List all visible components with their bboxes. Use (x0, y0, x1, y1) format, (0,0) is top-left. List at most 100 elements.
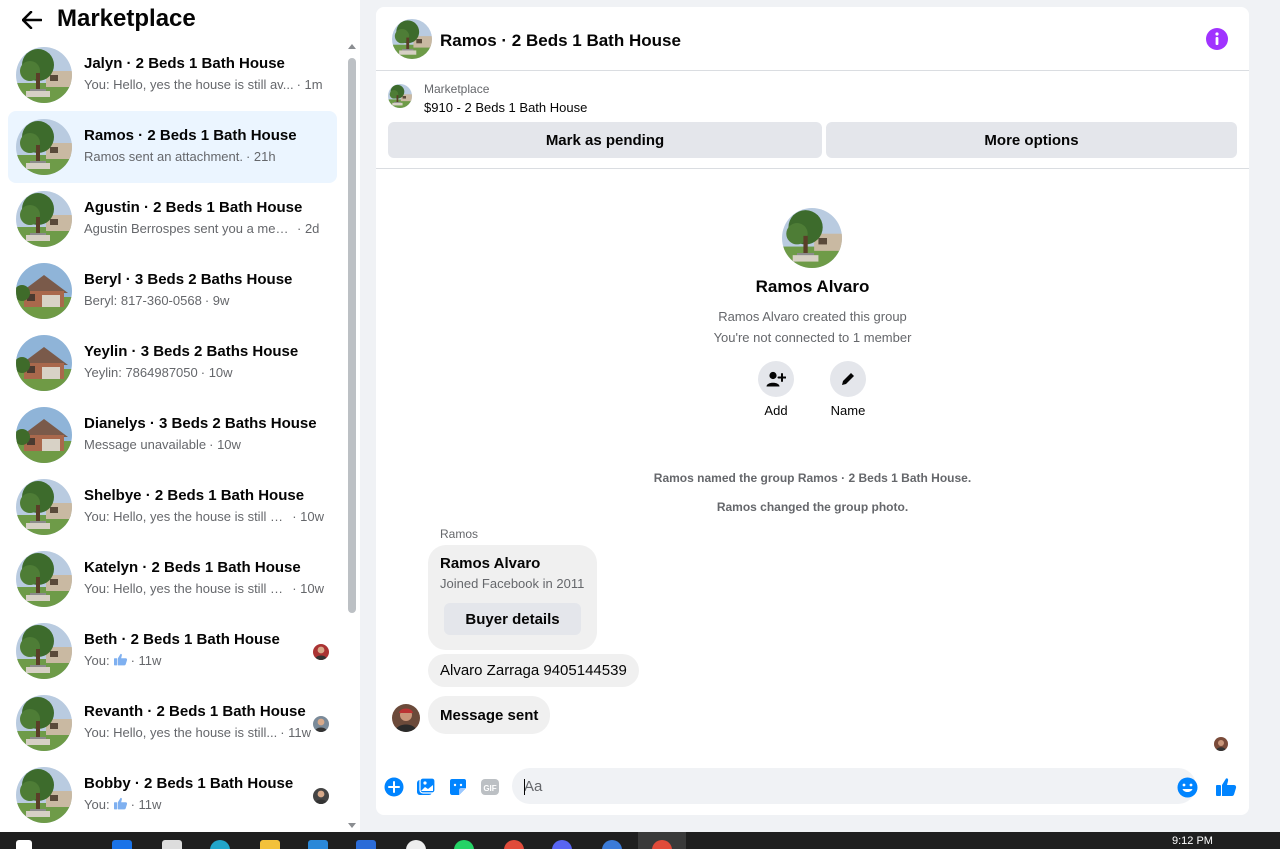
sticker-icon[interactable] (446, 775, 470, 799)
chat-panel: Ramos · 2 Beds 1 Bath House Marketplace … (376, 7, 1249, 815)
add-person-icon (758, 361, 794, 397)
plus-icon[interactable] (382, 775, 406, 799)
back-arrow-icon[interactable] (20, 8, 44, 32)
conversation-item[interactable]: Agustin · 2 Beds 1 Bath House Agustin Ber… (8, 183, 337, 255)
mark-as-pending-button[interactable]: Mark as pending (388, 122, 822, 158)
conversation-name: Agustin · 2 Beds 1 Bath House (84, 199, 303, 216)
listing-thumbnail (16, 695, 72, 751)
scrollbar-thumb[interactable] (348, 58, 356, 613)
sender-label: Ramos (440, 527, 479, 541)
app-icon[interactable] (602, 840, 622, 849)
conversation-name: Beryl · 3 Beds 2 Baths House (84, 271, 293, 288)
chrome-icon[interactable] (504, 840, 524, 849)
thumbs-up-icon (113, 653, 128, 666)
conversation-item[interactable]: Bobby · 2 Beds 1 Bath House You: · 11w (8, 759, 337, 831)
app-icon[interactable] (112, 840, 132, 849)
message-area: Ramos Alvaro Ramos Alvaro created this g… (376, 170, 1249, 755)
group-connection-text: You're not connected to 1 member (713, 330, 912, 345)
participant-mini-avatar (313, 788, 329, 804)
conversation-item[interactable]: Ramos · 2 Beds 1 Bath House Ramos sent an… (8, 111, 337, 183)
conversation-name: Bobby · 2 Beds 1 Bath House (84, 775, 294, 792)
group-avatar[interactable] (782, 208, 842, 268)
conversation-time: · 10w (292, 581, 324, 596)
gif-icon[interactable]: GIF (478, 775, 502, 799)
edge-browser-icon[interactable] (210, 840, 230, 849)
listing-thumbnail (16, 551, 72, 607)
conversation-snippet: You: Hello, yes the house is still... (84, 725, 278, 740)
conversation-snippet: You: Hello, yes the house is still av... (84, 509, 290, 524)
name-label: Name (830, 403, 866, 418)
thumbs-up-icon (113, 797, 128, 810)
file-icon[interactable] (162, 840, 182, 849)
conversation-time: · 11w (280, 725, 312, 740)
listing-thumbnail (16, 479, 72, 535)
conversation-item[interactable]: Yeylin · 3 Beds 2 Baths House Yeylin: 786… (8, 327, 337, 399)
conversation-time: · 9w (204, 293, 230, 308)
conversation-name: Katelyn · 2 Beds 1 Bath House (84, 559, 301, 576)
listing-thumbnail (16, 623, 72, 679)
conversation-sidebar: Marketplace Jalyn · 2 Beds 1 Bath House Y… (0, 0, 360, 832)
listing-thumbnail (16, 263, 72, 319)
pencil-icon (830, 361, 866, 397)
conversation-item[interactable]: Jalyn · 2 Beds 1 Bath House You: Hello, y… (8, 39, 337, 111)
conversation-snippet: Yeylin: 7864987050 (84, 365, 198, 380)
folder-icon[interactable] (260, 840, 280, 849)
listing-title[interactable]: $910 - 2 Beds 1 Bath House (424, 100, 587, 115)
photo-icon[interactable] (414, 775, 438, 799)
system-message: Ramos changed the group photo. (716, 500, 909, 514)
sidebar-scrollbar[interactable] (345, 40, 360, 832)
conversation-name: Jalyn · 2 Beds 1 Bath House (84, 55, 285, 72)
message-bubble[interactable]: Message sent (428, 696, 551, 734)
emoji-icon[interactable] (1175, 775, 1199, 799)
message-bubble[interactable]: Alvaro Zarraga 9405144539 (428, 654, 639, 687)
sidebar-title: Marketplace (57, 5, 196, 32)
more-options-button[interactable]: More options (826, 122, 1237, 158)
mail-icon[interactable] (356, 840, 376, 849)
conversation-preview: Beryl: 817-360-0568 · 9w (84, 293, 324, 308)
conversation-item[interactable]: Beryl · 3 Beds 2 Baths House Beryl: 817-3… (8, 255, 337, 327)
chat-header: Ramos · 2 Beds 1 Bath House (376, 7, 1249, 71)
system-message: Ramos named the group Ramos · 2 Beds 1 B… (653, 471, 972, 485)
participant-mini-avatar (313, 644, 329, 660)
conversation-snippet: You: (84, 653, 110, 668)
listing-thumbnail (16, 335, 72, 391)
buyer-card: Ramos Alvaro Joined Facebook in 2011 Buy… (428, 545, 597, 650)
group-name: Ramos Alvaro (755, 277, 870, 296)
conversation-name: Beth · 2 Beds 1 Bath House (84, 631, 280, 648)
conversation-snippet: You: (84, 797, 110, 812)
whatsapp-icon[interactable] (454, 840, 474, 849)
chat-title[interactable]: Ramos · 2 Beds 1 Bath House (440, 31, 681, 51)
conversation-snippet: Ramos sent an attachment. (84, 149, 243, 164)
scroll-up-icon[interactable] (348, 44, 356, 49)
chat-avatar[interactable] (392, 19, 432, 59)
conversation-time: · 1m (296, 77, 323, 92)
add-member-button[interactable]: Add (746, 361, 806, 418)
conversation-item[interactable]: Katelyn · 2 Beds 1 Bath House You: Hello,… (8, 543, 337, 615)
scroll-down-icon[interactable] (348, 823, 356, 828)
conversation-name: Yeylin · 3 Beds 2 Baths House (84, 343, 299, 360)
like-icon[interactable] (1214, 775, 1238, 799)
conversation-item[interactable]: Shelbye · 2 Beds 1 Bath House You: Hello,… (8, 471, 337, 543)
conversation-name: Dianelys · 3 Beds 2 Baths House (84, 415, 317, 432)
os-taskbar: 9:12 PM (0, 832, 1280, 849)
clock-time[interactable]: 9:12 PM (1172, 835, 1213, 847)
conversation-item[interactable]: Beth · 2 Beds 1 Bath House You: · 11w (8, 615, 337, 687)
name-group-button[interactable]: Name (818, 361, 878, 418)
discord-icon[interactable] (552, 840, 572, 849)
message-input[interactable] (512, 768, 1196, 804)
app-icon[interactable] (406, 840, 426, 849)
conversation-time: · 21h (245, 149, 276, 164)
windows-start-icon[interactable] (16, 840, 32, 849)
conversation-time: · 2d (297, 221, 320, 236)
sidebar-header: Marketplace (0, 0, 360, 40)
info-icon[interactable] (1206, 28, 1228, 50)
conversation-item[interactable]: Dianelys · 3 Beds 2 Baths House Message u… (8, 399, 337, 471)
conversation-preview: You: · 11w (84, 653, 324, 668)
buyer-name: Ramos Alvaro (440, 555, 541, 572)
buyer-joined: Joined Facebook in 2011 (440, 576, 585, 591)
buyer-details-button[interactable]: Buyer details (444, 603, 581, 635)
sender-avatar[interactable] (392, 704, 420, 732)
conversation-item[interactable]: Revanth · 2 Beds 1 Bath House You: Hello,… (8, 687, 337, 759)
listing-thumbnail[interactable] (388, 84, 412, 108)
store-icon[interactable] (308, 840, 328, 849)
